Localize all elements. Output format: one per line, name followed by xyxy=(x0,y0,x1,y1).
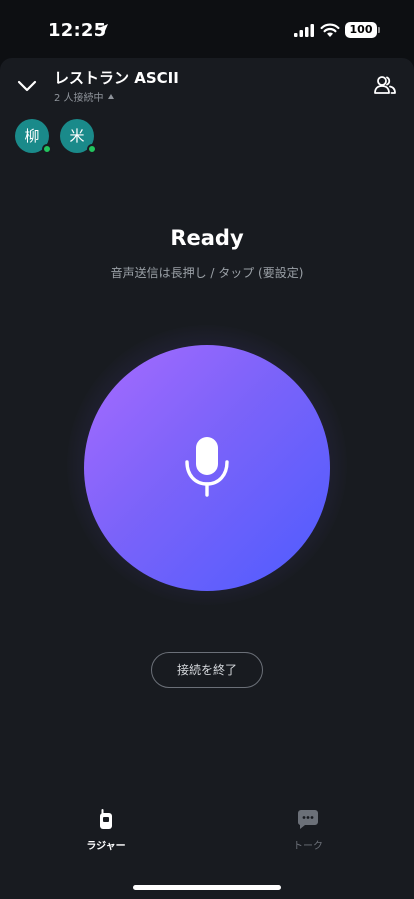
battery-icon: 100 xyxy=(345,22,377,38)
caret-up-icon xyxy=(107,94,114,99)
location-arrow-icon xyxy=(96,24,108,36)
tab-radio-label: ラジャー xyxy=(86,841,126,852)
call-sheet: レストラン ASCII 2 人接続中 柳 米 Ready 音声送信は長押し / … xyxy=(0,58,414,899)
connection-count-label: 2 人接続中 xyxy=(54,93,104,104)
tab-talk[interactable]: トーク xyxy=(268,808,348,852)
wifi-icon xyxy=(320,23,340,37)
status-bar: 12:25 100 xyxy=(0,0,414,58)
end-connection-button[interactable]: 接続を終了 xyxy=(151,652,263,688)
push-to-talk-button[interactable] xyxy=(84,345,330,591)
connection-count[interactable]: 2 人接続中 xyxy=(54,89,114,104)
participant-initial: 米 xyxy=(69,127,85,145)
online-status-dot xyxy=(42,144,52,154)
microphone-icon xyxy=(185,437,229,497)
online-status-dot xyxy=(87,144,97,154)
walkie-talkie-icon xyxy=(100,809,112,829)
tab-talk-label: トーク xyxy=(293,841,323,852)
participant-initial: 柳 xyxy=(24,127,40,145)
chat-bubble-icon xyxy=(297,810,318,829)
status-hint: 音声送信は長押し / タップ (要設定) xyxy=(110,266,304,280)
members-icon[interactable] xyxy=(372,73,398,97)
app-screen: 12:25 100 レストラン ASCII 2 人接続中 柳 米 Ready 音… xyxy=(0,0,414,899)
signal-icon xyxy=(294,24,314,37)
chevron-down-icon[interactable] xyxy=(14,74,40,98)
battery-cap xyxy=(378,27,380,33)
room-title: レストラン ASCII xyxy=(54,69,179,87)
home-indicator[interactable] xyxy=(133,885,281,890)
participant-avatar[interactable]: 米 xyxy=(60,119,97,154)
tab-radio[interactable]: ラジャー xyxy=(66,808,146,852)
participant-avatar[interactable]: 柳 xyxy=(15,119,52,154)
status-title: Ready xyxy=(170,226,244,250)
